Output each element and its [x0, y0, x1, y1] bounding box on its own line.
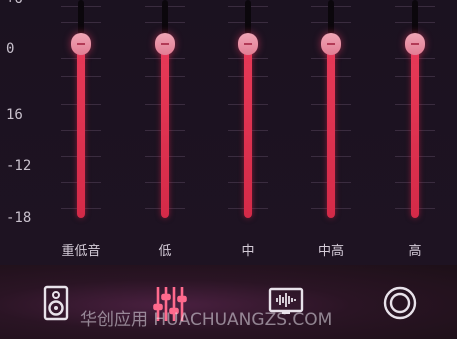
band-label-sub-bass: 重低音 [61, 244, 101, 259]
band-label-mid: 中 [241, 244, 255, 259]
band-label-high: 高 [408, 244, 422, 259]
slider-fill[interactable] [77, 40, 85, 218]
slider-knob[interactable] [321, 33, 341, 55]
eq-band-low: 低 [145, 0, 185, 265]
speaker-nav-button[interactable] [38, 285, 74, 321]
ring-nav-button[interactable] [382, 285, 418, 321]
eq-band-sub-bass: 重低音 [61, 0, 101, 265]
slider-knob[interactable] [71, 33, 91, 55]
equalizer-panel: +6 0 16 -12 -18 重低音 低 [0, 0, 457, 265]
y-axis-label-plus6: +6 [6, 0, 23, 7]
eq-band-high: 高 [395, 0, 435, 265]
band-label-mid-high: 中高 [317, 244, 344, 259]
slider-fill[interactable] [161, 40, 169, 218]
y-axis-label-minus12: -12 [6, 158, 32, 174]
y-axis-label-16: 16 [6, 107, 23, 123]
band-label-low: 低 [158, 244, 172, 259]
slider-fill[interactable] [327, 40, 335, 218]
y-axis-label-minus18: -18 [6, 210, 32, 226]
eq-band-mid: 中 [228, 0, 268, 265]
ring-knob-icon [383, 286, 417, 320]
slider-knob[interactable] [155, 33, 175, 55]
y-axis-label-0: 0 [6, 41, 15, 57]
slider-knob[interactable] [405, 33, 425, 55]
slider-fill[interactable] [411, 40, 419, 218]
eq-band-mid-high: 中高 [311, 0, 351, 265]
speaker-icon [43, 285, 69, 321]
bottom-navigation: 华创应用 HUACHUANGZS.COM [0, 265, 457, 339]
slider-fill[interactable] [244, 40, 252, 218]
watermark-text: 华创应用 HUACHUANGZS.COM [80, 310, 333, 330]
slider-knob[interactable] [238, 33, 258, 55]
